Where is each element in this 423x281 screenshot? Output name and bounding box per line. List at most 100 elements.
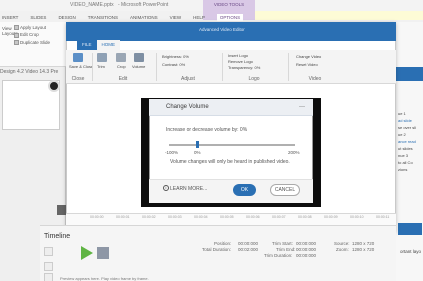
apply-layout-label: Apply Layout — [20, 25, 47, 30]
lock-icon[interactable] — [44, 247, 53, 256]
edit-crop-button[interactable]: Edit Crop — [14, 32, 70, 38]
tab-transitions[interactable]: TRANSITIONS — [88, 15, 118, 20]
editor-title: Advanced Video Editor — [199, 27, 245, 32]
logo-group-label: Logo — [248, 76, 260, 82]
trim-duration-value: 00:00:000 — [296, 253, 317, 258]
tab-file[interactable]: FILE — [77, 40, 97, 50]
duplicate-slide-button[interactable]: Duplicate Slide — [14, 40, 70, 45]
crop-icon — [14, 32, 19, 38]
tab-home[interactable]: HOME — [96, 40, 121, 50]
trim-end-label: Trim End: — [276, 247, 296, 252]
tab-options[interactable]: OPTIONS — [216, 14, 244, 21]
section-label: Design 4.2 Video 14.3 Pre — [0, 69, 59, 75]
close-group-label: Close — [71, 76, 85, 82]
zoom-value: 1280 x 720 — [352, 247, 375, 252]
apply-layout-button[interactable]: Apply Layout — [14, 25, 70, 31]
ruler-mark: 00:00:06 — [246, 215, 260, 219]
crop-icon[interactable] — [116, 53, 126, 62]
position-value: 00:00:000 — [238, 241, 259, 246]
adjust-group-label: Adjust — [181, 76, 195, 82]
pane-line: ue 1 — [398, 111, 406, 116]
document-name: VIDEO_NAME.pptx — [70, 2, 114, 8]
separator — [222, 53, 223, 81]
transparency-control[interactable]: Transparency: 0% — [228, 65, 260, 70]
contrast-control[interactable]: Contrast: 0% — [162, 62, 185, 67]
dialog-title: Change Volume — [166, 104, 209, 110]
timeline-ruler[interactable]: 00:00:00 00:00:01 00:00:02 00:00:03 00:0… — [66, 213, 396, 225]
tab-help[interactable]: HELP — [193, 15, 205, 20]
reset-video-button[interactable]: Reset Video — [296, 62, 318, 67]
ruler-mark: 00:00:04 — [194, 215, 208, 219]
volume-instruction: Increase or decrease volume by: 0% — [166, 127, 248, 133]
task-pane-text: ue 1 ad slide se over sli ue 2 ance read… — [398, 110, 422, 173]
volume-icon[interactable] — [134, 53, 144, 62]
trim-button[interactable]: Trim — [97, 64, 105, 69]
pane-bottom-text: ortant layo — [400, 249, 422, 254]
cancel-button[interactable]: CANCEL — [270, 184, 300, 196]
adjust-group: Brightness: 0% Contrast: 0% Adjust — [158, 50, 218, 84]
ruler-mark: 00:00:02 — [142, 215, 156, 219]
video-tools-label: VIDEO TOOLS — [213, 2, 245, 7]
zoom-label: Zoom: — [336, 247, 349, 252]
volume-mid-label: 0% — [194, 150, 201, 155]
timeline-label: Timeline — [44, 233, 71, 240]
ruler-mark: 00:00:01 — [116, 215, 130, 219]
info-icon: i — [163, 185, 169, 191]
audio-icon[interactable] — [44, 273, 53, 281]
learn-more-link[interactable]: LEARN MORE... — [170, 186, 207, 192]
close-icon[interactable]: — — [299, 104, 305, 110]
separator — [288, 53, 289, 81]
powerpoint-ribbon-tabs: INSERT SLIDES DESIGN TRANSITIONS ANIMATI… — [0, 13, 423, 22]
play-icon[interactable] — [81, 246, 93, 260]
editor-titlebar: Advanced Video Editor — [66, 22, 396, 41]
ruler-mark: 00:00:05 — [220, 215, 234, 219]
video-group: Change Video Reset Video Video — [290, 50, 340, 84]
volume-button[interactable]: Volume — [132, 64, 145, 69]
trim-duration-label: Trim Duration: — [264, 253, 293, 258]
trim-start-value: 00:00:000 — [296, 241, 317, 246]
ruler-mark: 00:00:08 — [298, 215, 312, 219]
edit-crop-label: Edit Crop — [20, 32, 39, 38]
crop-button[interactable]: Crop — [117, 64, 126, 69]
pane-link[interactable]: ance read — [398, 138, 422, 145]
volume-slider-thumb[interactable] — [196, 141, 199, 148]
visibility-icon[interactable] — [44, 262, 53, 271]
separator — [92, 53, 93, 81]
save-close-icon[interactable] — [73, 53, 83, 62]
save-close-button[interactable]: Save & Close — [69, 64, 93, 69]
ruler-mark: 00:00:03 — [168, 215, 182, 219]
brightness-control[interactable]: Brightness: 0% — [162, 54, 189, 59]
pane-action-button[interactable] — [396, 67, 423, 81]
edit-group-label: Edit — [118, 76, 128, 82]
volume-note: Volume changes will only be heard in pub… — [170, 159, 290, 165]
duplicate-slide-label: Duplicate Slide — [20, 39, 51, 45]
volume-slider-track[interactable] — [169, 144, 295, 146]
trim-icon[interactable] — [97, 53, 107, 62]
separator — [156, 53, 157, 81]
record-icon[interactable] — [48, 80, 60, 92]
tab-design[interactable]: DESIGN — [58, 15, 75, 20]
logo-group: Insert Logo Remove Logo Transparency: 0%… — [224, 50, 284, 84]
ruler-mark: 00:00:10 — [350, 215, 364, 219]
pane-line: nue 3 — [398, 153, 409, 158]
remove-logo-button[interactable]: Remove Logo — [228, 59, 253, 64]
insert-logo-button[interactable]: Insert Logo — [228, 53, 248, 58]
stop-icon[interactable] — [97, 247, 109, 259]
status-text: Preview appears here. Play video frame b… — [60, 276, 149, 281]
source-value: 1280 x 720 — [352, 241, 375, 246]
editor-tabs: FILE HOME — [77, 40, 121, 50]
tab-view[interactable]: VIEW — [170, 15, 182, 20]
tab-animations[interactable]: ANIMATIONS — [130, 15, 158, 20]
clipboard-group: Apply Layout Edit Crop Duplicate Slide — [14, 25, 70, 63]
ok-button[interactable]: OK — [233, 184, 256, 196]
pane-bottom-button[interactable] — [398, 223, 422, 235]
duplicate-icon — [14, 39, 19, 45]
change-video-button[interactable]: Change Video — [296, 54, 321, 59]
ruler-mark: 00:00:09 — [324, 215, 338, 219]
pane-line: ut slides — [398, 146, 413, 151]
tab-slides[interactable]: SLIDES — [30, 15, 46, 20]
playback-panel — [40, 225, 396, 281]
ruler-mark: 00:00:07 — [272, 215, 286, 219]
pane-link[interactable]: ad slide — [398, 117, 422, 124]
tab-insert[interactable]: INSERT — [2, 15, 18, 20]
